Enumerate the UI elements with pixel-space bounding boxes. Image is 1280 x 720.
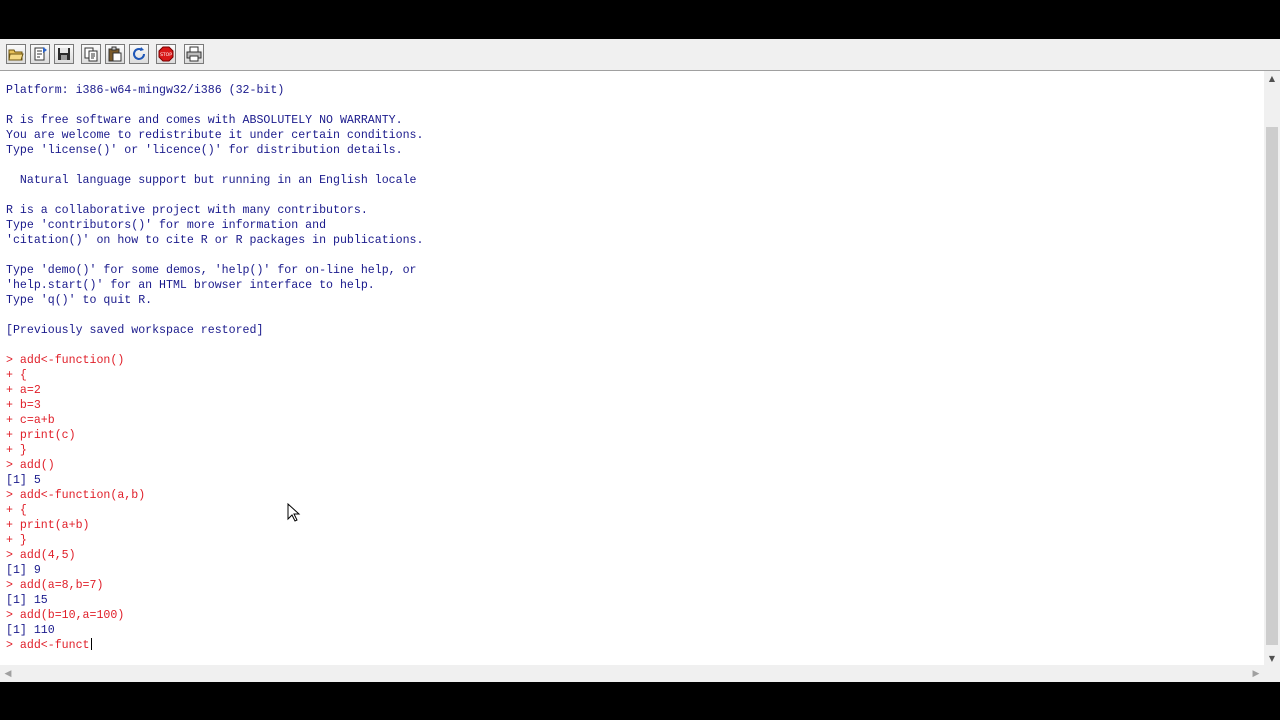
console-output-line [6,158,423,173]
console-output-line: 'citation()' on how to cite R or R packa… [6,234,424,247]
console-input-line: > add<-function() [6,354,125,367]
vertical-scrollbar[interactable]: ▲ ▼ [1264,71,1280,665]
console-input-line: + a=2 [6,384,41,397]
console-output[interactable]: Platform: i386-w64-mingw32/i386 (32-bit)… [0,71,1264,665]
stop-sign-icon: STOP [158,46,174,62]
console-output-line: R is a collaborative project with many c… [6,204,368,217]
paste-button[interactable] [105,44,125,64]
scroll-right-icon[interactable]: ▶ [1248,665,1264,682]
copy-button[interactable] [81,44,101,64]
text-caret [90,638,92,650]
stop-button[interactable]: STOP [156,44,176,64]
console-input-line: > add<-function(a,b) [6,489,146,502]
console-output-line [6,188,423,203]
scroll-down-icon[interactable]: ▼ [1264,651,1280,665]
r-console-window: STOP Platform: i386-w64-mingw32/i386 (32… [0,39,1280,682]
console-output-line: 'help.start()' for an HTML browser inter… [6,279,375,292]
console-input-line: + print(a+b) [6,519,90,532]
paste-icon [107,46,123,62]
console-input-line: + } [6,534,27,547]
console-output-line: You are welcome to redistribute it under… [6,129,424,142]
console-output-line: Type 'demo()' for some demos, 'help()' f… [6,264,417,277]
console-input-line: + print(c) [6,429,76,442]
toolbar: STOP [0,39,1280,71]
load-icon [32,46,48,62]
console-output-line [6,308,423,323]
folder-open-icon [8,47,24,61]
console-output-line: [1] 15 [6,594,48,607]
scroll-up-icon[interactable]: ▲ [1264,71,1280,85]
console-output-line: R is free software and comes with ABSOLU… [6,114,403,127]
mouse-pointer-icon [287,502,301,523]
refresh-icon [131,46,147,62]
svg-text:STOP: STOP [160,52,172,58]
console-input-line: > add() [6,459,55,472]
console-input-line: + } [6,444,27,457]
console-output-line [6,248,423,263]
console-output-line: [1] 5 [6,474,41,487]
console-output-line [6,98,423,113]
console-lines: Platform: i386-w64-mingw32/i386 (32-bit)… [6,83,423,653]
scroll-thumb[interactable] [1266,127,1278,645]
printer-icon [186,46,202,62]
copy-paste-button[interactable] [129,44,149,64]
console-input-line: + b=3 [6,399,41,412]
console-output-line: Type 'license()' or 'licence()' for dist… [6,144,403,157]
console-input-line: + { [6,369,27,382]
console-input-line: > add(b=10,a=100) [6,609,125,622]
console-output-line: Natural language support but running in … [6,174,417,187]
save-workspace-button[interactable] [54,44,74,64]
scroll-left-icon[interactable]: ◀ [0,665,16,682]
open-script-button[interactable] [6,44,26,64]
console-output-line: Type 'contributors()' for more informati… [6,219,327,232]
console-input-line: > add(4,5) [6,549,76,562]
console-input-line: > add(a=8,b=7) [6,579,104,592]
current-input-text: > add<-funct [6,639,90,652]
console-output-line [6,338,423,353]
horizontal-scrollbar[interactable]: ◀ ▶ [0,665,1264,682]
floppy-disk-icon [57,47,71,61]
console-output-line: [1] 9 [6,564,41,577]
console-input-line: + c=a+b [6,414,55,427]
console-input-line: + { [6,504,27,517]
console-output-line: Type 'q()' to quit R. [6,294,153,307]
print-button[interactable] [184,44,204,64]
copy-icon [83,46,99,62]
console-output-line: Platform: i386-w64-mingw32/i386 (32-bit) [6,84,285,97]
console-current-input[interactable]: > add<-funct [6,638,423,653]
console-output-line: [1] 110 [6,624,55,637]
console-output-line: [Previously saved workspace restored] [6,324,264,337]
load-workspace-button[interactable] [30,44,50,64]
